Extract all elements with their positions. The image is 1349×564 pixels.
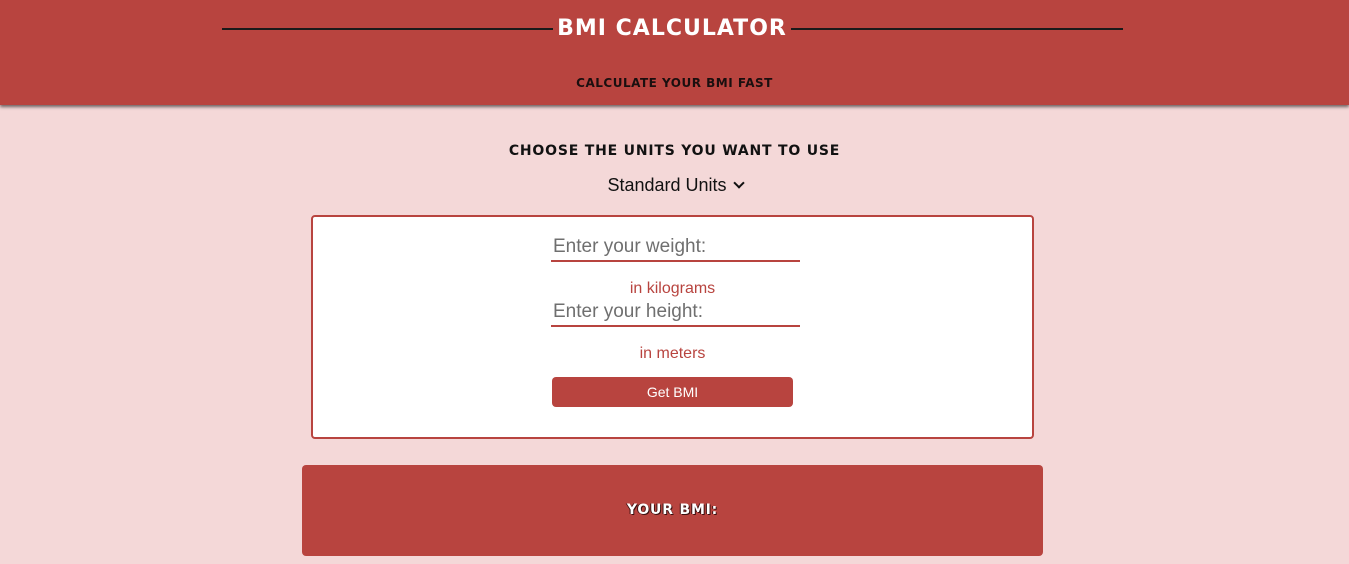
title-divider-left — [222, 28, 553, 30]
page-subtitle: Calculate your BMI fast — [576, 76, 773, 90]
bmi-form-card: in kilograms in meters Get BMI — [311, 215, 1034, 439]
get-bmi-button[interactable]: Get BMI — [552, 377, 793, 407]
page-title: BMI Calculator — [557, 16, 787, 41]
chevron-down-icon — [732, 176, 745, 189]
bmi-result-box: Your BMI: — [302, 465, 1043, 556]
title-row: BMI Calculator — [222, 14, 1123, 44]
bmi-result-label: Your BMI: — [626, 502, 719, 518]
units-select[interactable]: Standard Units — [590, 172, 760, 198]
weight-input[interactable] — [551, 234, 800, 262]
weight-unit-note: in kilograms — [629, 280, 716, 297]
height-unit-note: in meters — [639, 345, 706, 362]
height-input[interactable] — [551, 299, 800, 327]
app-header: BMI Calculator Calculate your BMI fast — [0, 0, 1349, 105]
units-label: Choose the units you want to use — [508, 143, 841, 159]
title-divider-right — [791, 28, 1123, 30]
units-select-value: Standard Units — [607, 174, 727, 195]
